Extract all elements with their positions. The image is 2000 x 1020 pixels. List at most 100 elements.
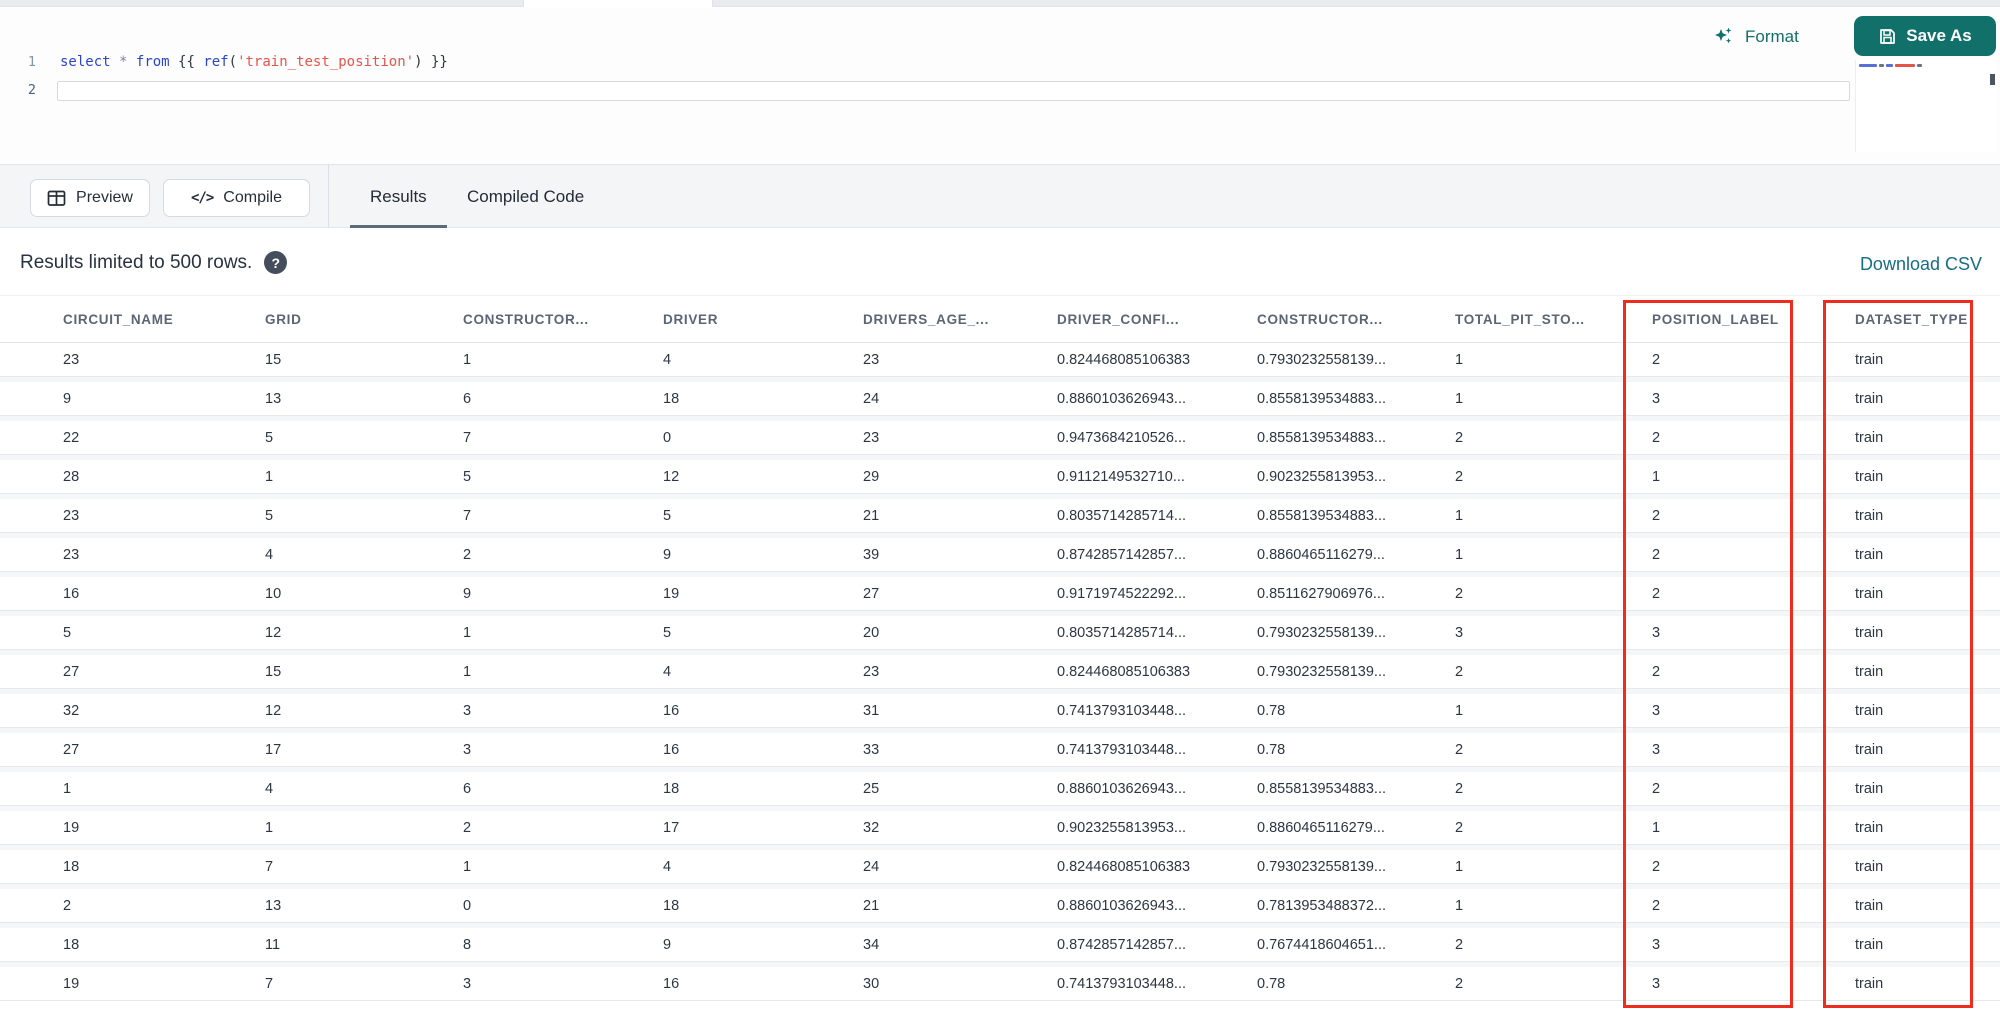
table-cell: 0.8558139534883... [1257, 780, 1387, 797]
table-cell: 13 [265, 390, 282, 407]
table-cell: 0.8511627906976... [1257, 585, 1385, 602]
table-cell: 12 [265, 702, 282, 719]
table-cell: 7 [463, 429, 472, 446]
table-row: 23 4 2 9 39 0.8742857142857... 0.8860465116279… [0, 538, 2000, 572]
table-row: 9 13 6 18 24 0.8860103626943... 0.855813953488… [0, 382, 2000, 416]
table-cell: 17 [265, 741, 282, 758]
table-cell: 0.7930232558139... [1257, 351, 1387, 368]
table-cell: 4 [265, 780, 274, 797]
table-cell: 34 [863, 936, 880, 953]
save-as-button[interactable]: Save As [1854, 16, 1996, 56]
minimap-scroll-nub[interactable] [1990, 74, 1995, 85]
table-cell: 2 [1652, 897, 1661, 914]
table-cell: 2 [1652, 858, 1661, 875]
table-cell: 31 [863, 702, 880, 719]
table-cell: 2 [1652, 429, 1661, 446]
compile-button[interactable]: </> Compile [163, 179, 310, 217]
results-limit-text: Results limited to 500 rows. [20, 251, 253, 273]
table-cell: 9 [663, 936, 672, 953]
code-line-1[interactable]: select * from {{ ref('train_test_positio… [60, 53, 448, 72]
table-cell: 3 [463, 741, 472, 758]
table-cell: 2 [63, 897, 72, 914]
table-cell: 1 [1652, 819, 1661, 836]
table-cell: 4 [663, 858, 672, 875]
download-csv-link[interactable]: Download CSV [1860, 254, 1982, 275]
table-cell: train [1855, 624, 1884, 641]
table-cell: 23 [863, 429, 880, 446]
toolbar-divider [328, 165, 329, 228]
table-cell: 0.8558139534883... [1257, 390, 1387, 407]
table-cell: 3 [1652, 624, 1661, 641]
table-cell: 0.8558139534883... [1257, 429, 1387, 446]
table-row: 18 11 8 9 34 0.8742857142857... 0.767441860465… [0, 928, 2000, 962]
table-cell: 0.7813953488372... [1257, 897, 1387, 914]
table-cell: 5 [463, 468, 472, 485]
editor-active-line[interactable] [57, 81, 1850, 101]
column-header[interactable]: DRIVERS_AGE_... [863, 312, 1057, 327]
column-header[interactable]: TOTAL_PIT_STO... [1455, 312, 1652, 327]
table-cell: 0.9171974522292... [1057, 585, 1187, 602]
tab-results[interactable]: Results [370, 165, 427, 228]
table-row: 5 12 1 5 20 0.8035714285714... 0.7930232558139… [0, 616, 2000, 650]
line-number-2: 2 [27, 82, 36, 98]
table-cell: 27 [63, 741, 80, 758]
table-body: 23 15 1 4 23 0.824468085106383 0.7930232558139… [0, 343, 2000, 1001]
column-header[interactable]: CONSTRUCTOR... [1257, 312, 1455, 327]
table-cell: 27 [63, 663, 80, 680]
table-cell: train [1855, 351, 1884, 368]
table-cell: 1 [265, 819, 274, 836]
code-token: ) [414, 54, 431, 70]
table-cell: 15 [265, 663, 282, 680]
column-header[interactable]: POSITION_LABEL [1652, 312, 1855, 327]
format-button[interactable]: Format [1712, 22, 1799, 52]
table-cell: 0.7413793103448... [1057, 702, 1187, 719]
table-row: 16 10 9 19 27 0.9171974522292... 0.85116279069… [0, 577, 2000, 611]
table-cell: 0.8558139534883... [1257, 507, 1387, 524]
results-toolbar: Preview </> Compile Results Compiled Cod… [0, 164, 2000, 228]
column-header[interactable]: GRID [265, 312, 463, 327]
table-cell: 3 [1652, 702, 1661, 719]
table-cell: 5 [63, 624, 72, 641]
table-cell: 0.9112149532710... [1057, 468, 1185, 485]
sql-editor[interactable]: 1 2 select * from {{ ref('train_test_pos… [0, 8, 2000, 164]
table-cell: 0.824468085106383 [1057, 351, 1191, 368]
table-cell: 21 [863, 507, 880, 524]
table-header-row: CIRCUIT_NAME GRID CONSTRUCTOR... DRIVER DRIV… [0, 297, 2000, 343]
column-header[interactable]: DRIVER [663, 312, 863, 327]
table-cell: train [1855, 390, 1884, 407]
column-header[interactable]: DATASET_TYPE [1855, 312, 2000, 327]
table-row: 19 7 3 16 30 0.7413793103448... 0.78 2 3 train [0, 967, 2000, 1001]
table-cell: 2 [1652, 351, 1661, 368]
table-cell: 0 [663, 429, 672, 446]
active-file-tab[interactable] [523, 0, 713, 7]
column-header[interactable]: DRIVER_CONFI... [1057, 312, 1257, 327]
preview-button-label: Preview [76, 189, 133, 206]
table-cell: 5 [265, 429, 274, 446]
table-cell: 2 [463, 819, 472, 836]
table-cell: 1 [1455, 858, 1464, 875]
table-row: 23 5 7 5 21 0.8035714285714... 0.8558139534883… [0, 499, 2000, 533]
table-cell: 3 [1652, 390, 1661, 407]
table-cell: train [1855, 429, 1884, 446]
table-cell: 4 [663, 663, 672, 680]
table-cell: 1 [1455, 351, 1464, 368]
table-row: 32 12 3 16 31 0.7413793103448... 0.78 1 3 train [0, 694, 2000, 728]
column-header[interactable]: CIRCUIT_NAME [63, 312, 265, 327]
column-header[interactable]: CONSTRUCTOR... [463, 312, 663, 327]
preview-button[interactable]: Preview [30, 179, 150, 217]
help-icon[interactable]: ? [264, 251, 288, 274]
results-table: CIRCUIT_NAME GRID CONSTRUCTOR... DRIVER DRIV… [0, 297, 2000, 1006]
table-cell: 16 [663, 702, 680, 719]
code-token: {{ [169, 54, 204, 70]
table-cell: 10 [265, 585, 282, 602]
table-cell: train [1855, 468, 1884, 485]
table-cell: 2 [1455, 429, 1464, 446]
table-row: 27 17 3 16 33 0.7413793103448... 0.78 2 3 train [0, 733, 2000, 767]
tab-compiled-code[interactable]: Compiled Code [467, 165, 584, 228]
table-cell: 20 [863, 624, 880, 641]
editor-minimap[interactable] [1855, 60, 1996, 152]
table-cell: 7 [265, 975, 274, 992]
table-cell: 3 [463, 975, 472, 992]
